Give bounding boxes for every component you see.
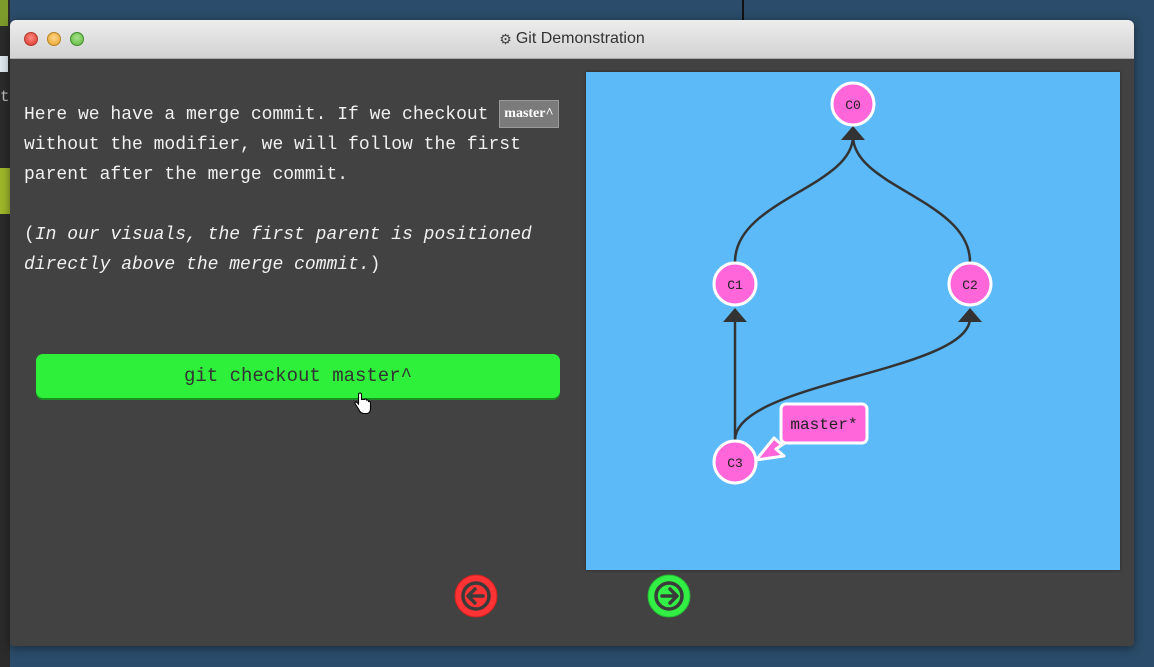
command-button-label: git checkout master^ bbox=[183, 365, 413, 387]
commit-c2-label: C2 bbox=[962, 278, 978, 293]
hand-pointer-icon bbox=[354, 392, 372, 415]
commit-c0[interactable]: C0 bbox=[830, 81, 876, 127]
code-reference-chip: master^ bbox=[499, 100, 559, 129]
explanation-note: (In our visuals, the first parent is pos… bbox=[24, 220, 564, 280]
explanation-text-start: Here we have a merge commit. If we check… bbox=[24, 105, 500, 125]
background-app-bar bbox=[0, 168, 10, 214]
git-demo-window: ⚙ Git Demonstration Here we have a merge… bbox=[10, 20, 1134, 646]
background-app-text: t bbox=[0, 88, 10, 106]
commit-c3[interactable]: C3 bbox=[712, 439, 758, 485]
window-title: ⚙ Git Demonstration bbox=[10, 20, 1134, 58]
window-titlebar: ⚙ Git Demonstration bbox=[10, 20, 1134, 59]
commit-c3-label: C3 bbox=[727, 456, 743, 471]
explanation-text-end: without the modifier, we will follow the… bbox=[24, 135, 521, 185]
explanation-paragraph: Here we have a merge commit. If we check… bbox=[24, 100, 564, 190]
explanation-panel: Here we have a merge commit. If we check… bbox=[24, 100, 564, 280]
window-title-text: Git Demonstration bbox=[515, 30, 645, 47]
background-app-checkbox bbox=[0, 56, 8, 72]
previous-step-button[interactable] bbox=[453, 573, 499, 619]
git-graph-visualization: master* C0 C1 C2 C3 bbox=[586, 72, 1120, 570]
gear-icon: ⚙ bbox=[499, 30, 512, 47]
note-paren-close: ) bbox=[369, 255, 381, 275]
commit-c2[interactable]: C2 bbox=[947, 261, 993, 307]
background-app-divider bbox=[742, 0, 744, 20]
note-italic-text: In our visuals, the first parent is posi… bbox=[24, 225, 532, 275]
branch-label-text: master* bbox=[790, 416, 857, 434]
commit-c0-label: C0 bbox=[845, 98, 861, 113]
note-paren-open: ( bbox=[24, 225, 35, 245]
next-step-button[interactable] bbox=[646, 573, 692, 619]
commit-c1[interactable]: C1 bbox=[712, 261, 758, 307]
background-app-tab bbox=[0, 0, 8, 26]
commit-c1-label: C1 bbox=[727, 278, 743, 293]
git-checkout-command-button[interactable]: git checkout master^ bbox=[36, 354, 560, 398]
